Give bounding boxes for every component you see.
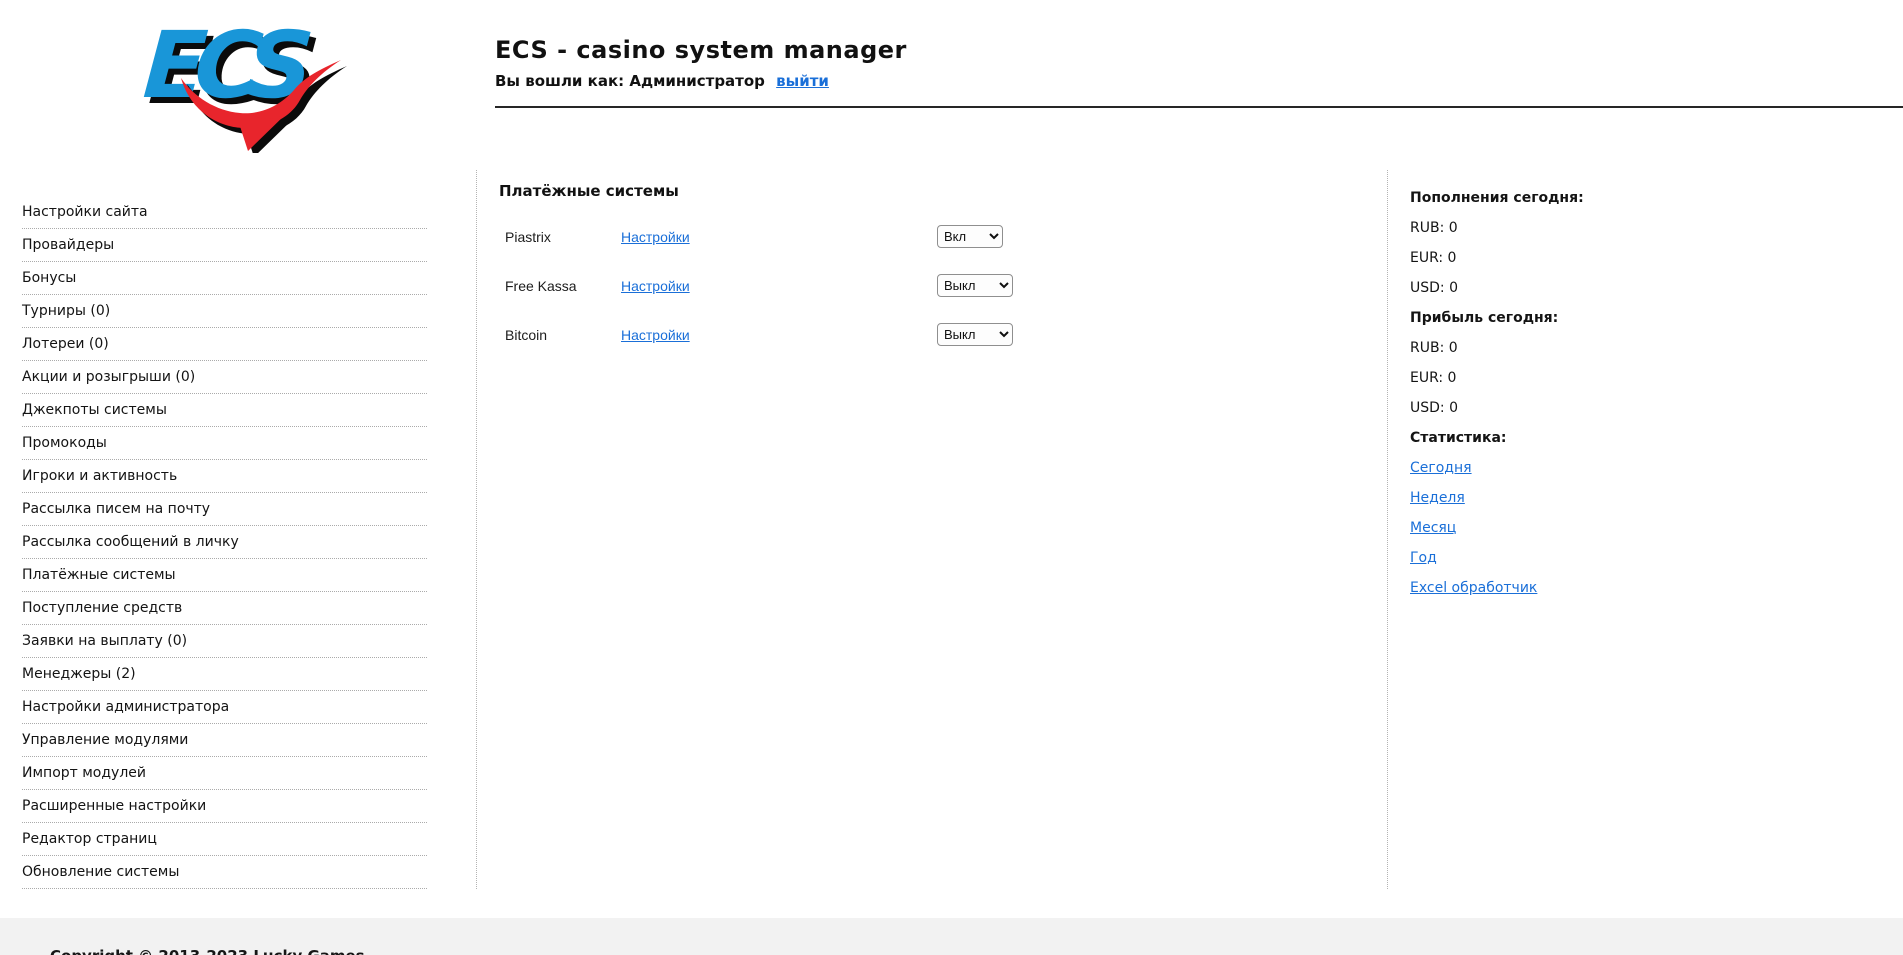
copyright-text: Copyright © 2013-2023 Lucky Games	[50, 947, 365, 955]
header: ECS - casino system manager Вы вошли как…	[495, 36, 1903, 108]
sidebar-item[interactable]: Рассылка писем на почту	[22, 493, 427, 526]
page-title: ECS - casino system manager	[495, 36, 907, 64]
footer: Copyright © 2013-2023 Lucky Games	[0, 918, 1903, 955]
stats-link-line: Сегодня	[1410, 453, 1903, 483]
sidebar-item[interactable]: Платёжные системы	[22, 559, 427, 592]
payment-row: Free Kassa Настройки ВклВыкл	[499, 261, 1387, 310]
sidebar-nav: Настройки сайта Провайдеры Бонусы Турниры (…	[0, 170, 476, 889]
sidebar-item[interactable]: Обновление системы	[22, 856, 427, 889]
payment-link-cell: Настройки	[621, 325, 937, 344]
sidebar-item[interactable]: Расширенные настройки	[22, 790, 427, 823]
stats-heading: Статистика:	[1410, 430, 1507, 446]
payment-settings-link[interactable]: Настройки	[621, 327, 690, 343]
payment-state-select[interactable]: ВклВыкл	[937, 274, 1013, 297]
logout-link[interactable]: выйти	[776, 72, 829, 90]
profit-value: RUB: 0	[1410, 340, 1458, 356]
stats-panel: Пополнения сегодня: RUB: 0 EUR: 0 USD: 0 При…	[1388, 170, 1903, 889]
stats-link-line: Неделя	[1410, 483, 1903, 513]
sidebar-item[interactable]: Акции и розыгрыши (0)	[22, 361, 427, 394]
sidebar-item[interactable]: Поступление средств	[22, 592, 427, 625]
sidebar-item[interactable]: Турниры (0)	[22, 295, 427, 328]
deposit-value: EUR: 0	[1410, 250, 1457, 266]
sidebar-item[interactable]: Рассылка сообщений в личку	[22, 526, 427, 559]
stats-link[interactable]: Год	[1410, 550, 1437, 566]
welcome-line: Вы вошли как: Администратор выйти	[495, 72, 1903, 90]
sidebar-item[interactable]: Импорт модулей	[22, 757, 427, 790]
payments-heading: Платёжные системы	[499, 182, 679, 200]
sidebar-item[interactable]: Настройки администратора	[22, 691, 427, 724]
sidebar-item[interactable]: Настройки сайта	[22, 196, 427, 229]
sidebar-item[interactable]: Игроки и активность	[22, 460, 427, 493]
stats-link[interactable]: Неделя	[1410, 490, 1465, 506]
payment-state-select[interactable]: ВклВыкл	[937, 225, 1003, 248]
ecs-logo-swoosh-icon	[181, 60, 347, 153]
payment-state-select[interactable]: ВклВыкл	[937, 323, 1013, 346]
deposits-heading: Пополнения сегодня:	[1410, 190, 1584, 206]
stats-link-line: Год	[1410, 543, 1903, 573]
deposit-value: USD: 0	[1410, 280, 1458, 296]
logged-in-as-label: Вы вошли как: Администратор	[495, 72, 765, 90]
sidebar-item[interactable]: Джекпоты системы	[22, 394, 427, 427]
stats-link[interactable]: Месяц	[1410, 520, 1456, 536]
payment-settings-link[interactable]: Настройки	[621, 278, 690, 294]
sidebar-item[interactable]: Редактор страниц	[22, 823, 427, 856]
profit-value: USD: 0	[1410, 400, 1458, 416]
payment-name: Piastrix	[505, 228, 551, 245]
deposit-value: RUB: 0	[1410, 220, 1458, 236]
sidebar-item[interactable]: Лотереи (0)	[22, 328, 427, 361]
stats-link[interactable]: Сегодня	[1410, 460, 1472, 476]
sidebar-item[interactable]: Управление модулями	[22, 724, 427, 757]
payment-row: Bitcoin Настройки ВклВыкл	[499, 310, 1387, 359]
sidebar-item[interactable]: Бонусы	[22, 262, 427, 295]
main-panel: Платёжные системы Piastrix Настройки ВклВы…	[476, 170, 1388, 889]
sidebar-item[interactable]: Заявки на выплату (0)	[22, 625, 427, 658]
admin-page: ECS ECS - casino system manager Вы вошли…	[0, 0, 1903, 955]
payment-link-cell: Настройки	[621, 227, 937, 246]
payments-list: Piastrix Настройки ВклВыкл Free Kassa Настро…	[499, 212, 1387, 359]
ecs-logo: ECS	[136, 12, 361, 153]
sidebar-item[interactable]: Менеджеры (2)	[22, 658, 427, 691]
payment-link-cell: Настройки	[621, 276, 937, 295]
stats-link[interactable]: Excel обработчик	[1410, 580, 1537, 596]
stats-link-line: Месяц	[1410, 513, 1903, 543]
sidebar-item[interactable]: Провайдеры	[22, 229, 427, 262]
payment-row: Piastrix Настройки ВклВыкл	[499, 212, 1387, 261]
stats-link-line: Excel обработчик	[1410, 573, 1903, 603]
sidebar-item[interactable]: Промокоды	[22, 427, 427, 460]
profit-value: EUR: 0	[1410, 370, 1457, 386]
profit-heading: Прибыль сегодня:	[1410, 310, 1559, 326]
payment-settings-link[interactable]: Настройки	[621, 229, 690, 245]
content-columns: Настройки сайта Провайдеры Бонусы Турниры (…	[0, 170, 1903, 889]
payment-name: Free Kassa	[505, 277, 577, 294]
payment-name: Bitcoin	[505, 326, 548, 343]
